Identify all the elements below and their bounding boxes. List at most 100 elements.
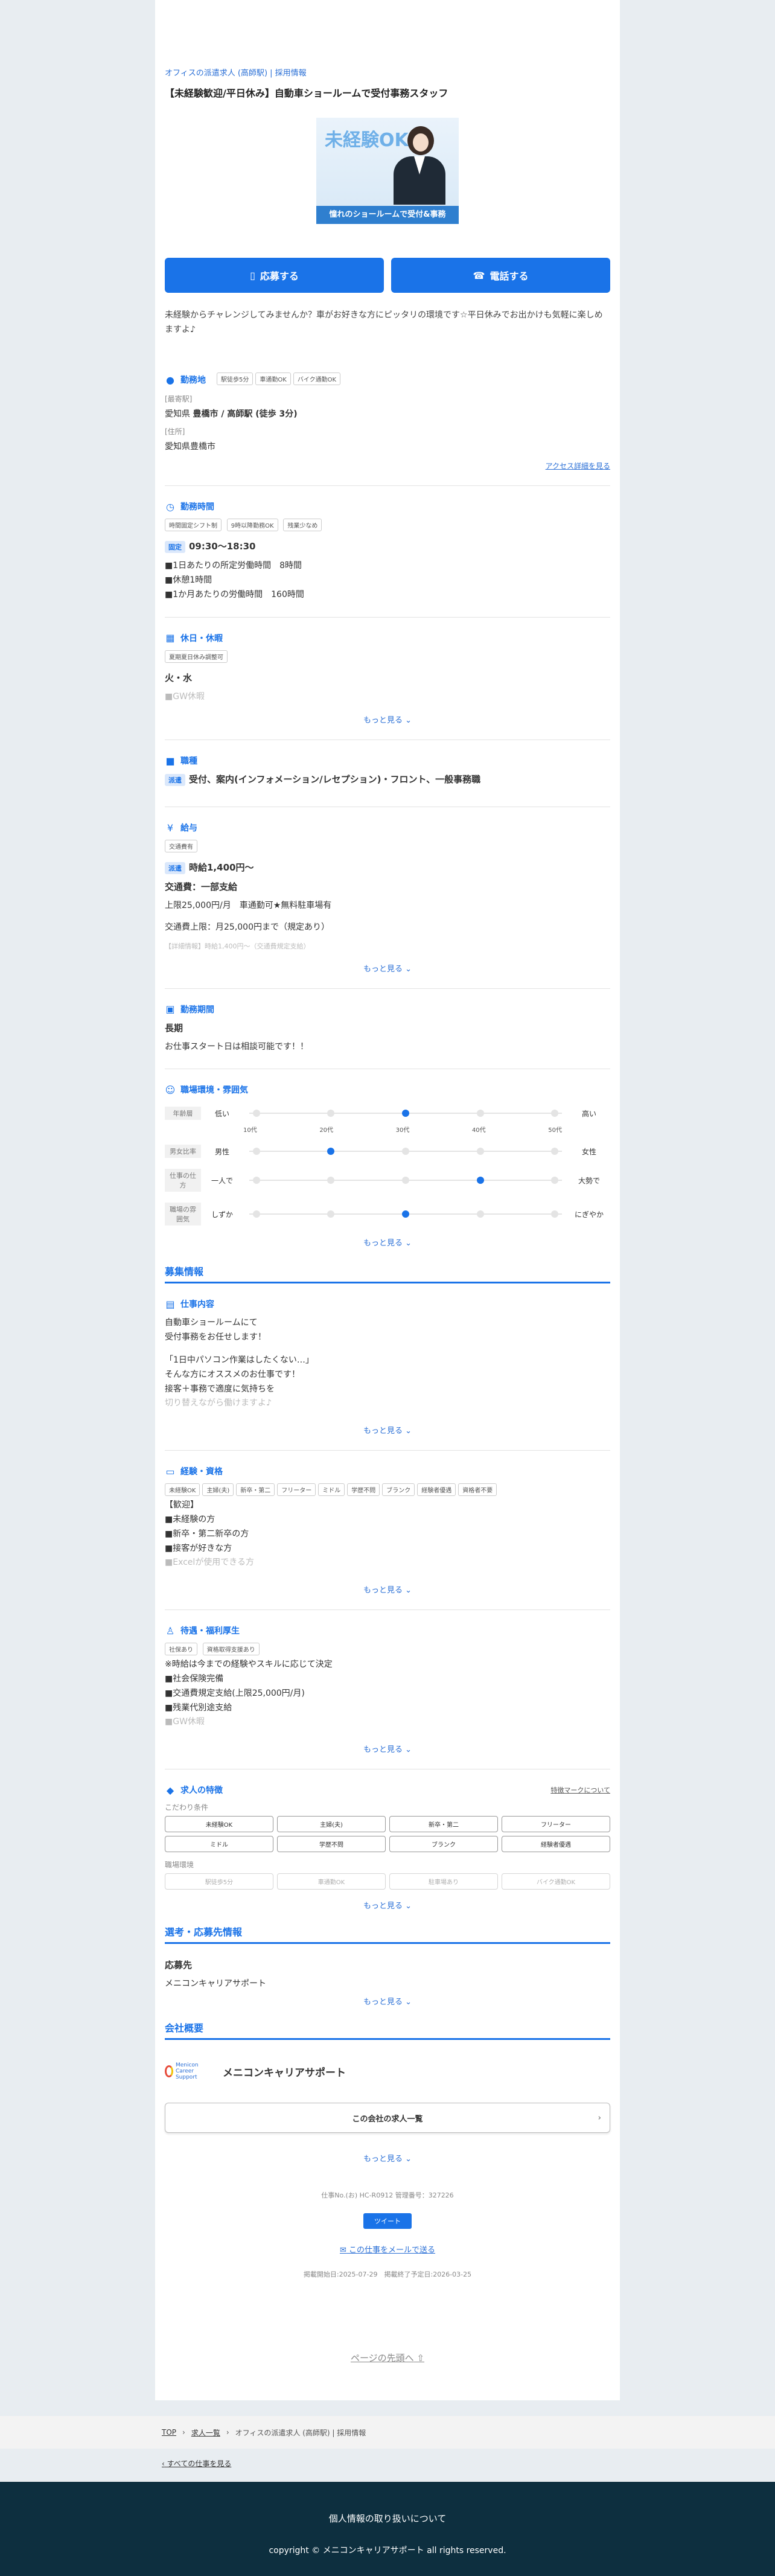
env-dot xyxy=(252,1210,260,1218)
env-scale xyxy=(243,1208,568,1220)
tag: 車通勤OK xyxy=(255,372,291,385)
env-dot xyxy=(476,1110,484,1117)
company-block: Menicon Career Support メニコンキャリアサポート xyxy=(165,2059,610,2083)
feature-chip: 新卒・第二 xyxy=(389,1816,498,1833)
experience-title: 経験・資格 xyxy=(180,1467,223,1477)
pagetop-link[interactable]: ページの先頭へ ⇧ xyxy=(165,2351,610,2364)
env-tick: 10代 xyxy=(243,1127,257,1134)
period-value: 長期 xyxy=(165,1022,183,1034)
more-button[interactable]: もっと見る ⌄ xyxy=(165,1995,610,2007)
arrow-up-icon: ⇧ xyxy=(416,2353,425,2363)
more-button[interactable]: もっと見る ⌄ xyxy=(165,2152,610,2164)
action-buttons: ▯ 応募する ☎ 電話する xyxy=(165,258,610,293)
more-button[interactable]: もっと見る ⌄ xyxy=(165,1236,610,1248)
tag-icon: ◆ xyxy=(166,1784,174,1796)
hours-section: ◷ 勤務時間 時間固定シフト制 9時以降勤務OK 残業少なめ 固定 09:30〜1… xyxy=(165,500,610,618)
env-label: 仕事の仕方 xyxy=(165,1169,201,1192)
feature-chip: 経験者優遇 xyxy=(502,1836,610,1853)
company-name: メニコンキャリアサポート xyxy=(223,2066,346,2079)
logo-mark-icon xyxy=(165,2065,173,2077)
breadcrumb-sep: › xyxy=(226,2428,229,2437)
env-row: 仕事の仕方 一人で 大勢で xyxy=(165,1169,610,1192)
more-label: もっと見る xyxy=(363,1998,403,2007)
id-card-icon: ▭ xyxy=(165,1465,175,1477)
feature-chip: 主婦(夫) xyxy=(277,1816,386,1833)
more-button[interactable]: もっと見る ⌄ xyxy=(165,962,610,974)
hours-line: ■1か月あたりの労働時間 160時間 xyxy=(165,589,304,599)
tag: 経験者優遇 xyxy=(417,1483,456,1497)
content-line: 受付事務をお任せします！ xyxy=(165,1332,266,1343)
briefcase-icon: ■ xyxy=(165,755,175,767)
salary-section: ¥ 給与 交通費有 派遣 時給1,400円〜 交通費：一部支給 上限25,000円… xyxy=(165,822,610,989)
access-link[interactable]: アクセス詳細を見る xyxy=(165,461,610,471)
company-jobs-button[interactable]: この会社の求人一覧 › xyxy=(165,2103,610,2133)
pagetop-label: ページの先頭へ xyxy=(350,2353,414,2363)
env-dot-active xyxy=(402,1210,409,1218)
env-row: 職場の雰囲気 しずか にぎやか xyxy=(165,1203,610,1226)
chevron-down-icon: ⌄ xyxy=(405,1239,412,1248)
experience-section: ▭ 経験・資格 未経験OK 主婦(夫) 新卒・第二 フリーター ミドル 学歴不問 ブランク経… xyxy=(165,1465,610,1611)
job-ids: 仕事No.(お) HC-R0912 管理番号：327226 xyxy=(321,2191,454,2199)
jobtype-title: 職種 xyxy=(180,756,197,767)
env-dot xyxy=(476,1148,484,1155)
chevron-right-icon: › xyxy=(598,2113,601,2123)
person-icon: ♙ xyxy=(165,1625,175,1637)
mail-link[interactable]: ✉ この仕事をメールで送る xyxy=(165,2243,610,2255)
pin-icon: ● xyxy=(166,374,174,386)
env-scale xyxy=(243,1107,568,1119)
tag: 時間固定シフト制 xyxy=(165,519,222,532)
more-button[interactable]: もっと見る ⌄ xyxy=(165,1899,610,1911)
apply-category: 選考・応募先情報 xyxy=(165,1924,610,1945)
more-button[interactable]: もっと見る ⌄ xyxy=(165,1743,610,1754)
chevron-down-icon: ⌄ xyxy=(405,1998,412,2007)
exp-fade: ■Excelが使用できる方 xyxy=(165,1558,255,1568)
mail-icon: ✉ xyxy=(339,2246,346,2255)
features-section: ◆ 求人の特徴 特徴マークについて こだわり条件 未経験OK 主婦(夫) 新卒・第二… xyxy=(165,1784,610,1911)
phone-button[interactable]: ☎ 電話する xyxy=(391,258,610,293)
tag: 残業少なめ xyxy=(283,519,322,532)
feature-chip: ミドル xyxy=(165,1836,273,1853)
exp-line: ■未経験の方 xyxy=(165,1515,215,1525)
apply-company: メニコンキャリアサポート xyxy=(165,1979,266,1989)
privacy-link[interactable]: 個人情報の取り扱いについて xyxy=(0,2512,775,2525)
content-title: 仕事内容 xyxy=(180,1300,214,1310)
welfare-line: ■交通費規定支給(上限25,000円/月) xyxy=(165,1688,305,1698)
job-title: 【未経験歓迎/平日休み】自動車ショールームで受付事務スタッフ xyxy=(165,88,448,99)
tag: 駅徒歩5分 xyxy=(217,372,254,385)
more-label: もっと見る xyxy=(363,716,403,726)
content-line: そんな方にオススメのお仕事です！ xyxy=(165,1369,300,1379)
document-icon: ▯ xyxy=(250,269,255,281)
phone-icon: ☎ xyxy=(473,269,485,281)
back-link[interactable]: ‹ すべての仕事を見る xyxy=(0,2449,775,2478)
env-left: 一人で xyxy=(211,1176,233,1185)
mail-label: この仕事をメールで送る xyxy=(349,2246,436,2255)
chevron-left-icon: ‹ xyxy=(162,2459,165,2468)
env-left: しずか xyxy=(211,1210,233,1219)
chevron-down-icon: ⌄ xyxy=(405,1586,412,1596)
apply-label: 応募する xyxy=(260,270,299,282)
env-dot xyxy=(551,1148,559,1155)
breadcrumb-list[interactable]: 求人一覧 xyxy=(191,2427,220,2438)
salary-fade: 【詳細情報】時給1,400円〜（交通費規定支給） xyxy=(165,942,310,950)
main-content: オフィスの派遣求人 (高師駅) | 採用情報 【未経験歓迎/平日休み】自動車ショ… xyxy=(155,0,620,2400)
tag: 学歴不問 xyxy=(347,1483,380,1497)
breadcrumb-top[interactable]: TOP xyxy=(162,2428,176,2437)
page-crumb[interactable]: オフィスの派遣求人 (高師駅) | 採用情報 xyxy=(165,66,610,78)
content-section: ▤ 仕事内容 自動車ショールームにて 受付事務をお任せします！ 「1日中パソコン… xyxy=(165,1298,610,1451)
more-button[interactable]: もっと見る ⌄ xyxy=(165,714,610,725)
tag: 未経験OK xyxy=(165,1483,200,1497)
tag: 主婦(夫) xyxy=(202,1483,234,1497)
period-section: ▣ 勤務期間 長期 お仕事スタート日は相談可能です！！ xyxy=(165,1003,610,1070)
tweet-button[interactable]: ツイート xyxy=(363,2213,412,2229)
more-button[interactable]: もっと見る ⌄ xyxy=(165,1424,610,1436)
more-label: もっと見る xyxy=(363,1902,403,1911)
env-dot xyxy=(551,1110,559,1117)
more-button[interactable]: もっと見る ⌄ xyxy=(165,1584,610,1595)
env-dot xyxy=(252,1110,260,1117)
tag: ブランク xyxy=(382,1483,415,1497)
breadcrumb: TOP › 求人一覧 › オフィスの派遣求人 (高師駅) | 採用情報 xyxy=(0,2416,775,2449)
features-link[interactable]: 特徴マークについて xyxy=(550,1785,610,1795)
phone-label: 電話する xyxy=(490,270,529,282)
apply-button[interactable]: ▯ 応募する xyxy=(165,258,384,293)
holiday-section: ▦ 休日・休暇 夏期夏日休み調整可 火・水 ■GW休暇 もっと見る ⌄ xyxy=(165,632,610,741)
